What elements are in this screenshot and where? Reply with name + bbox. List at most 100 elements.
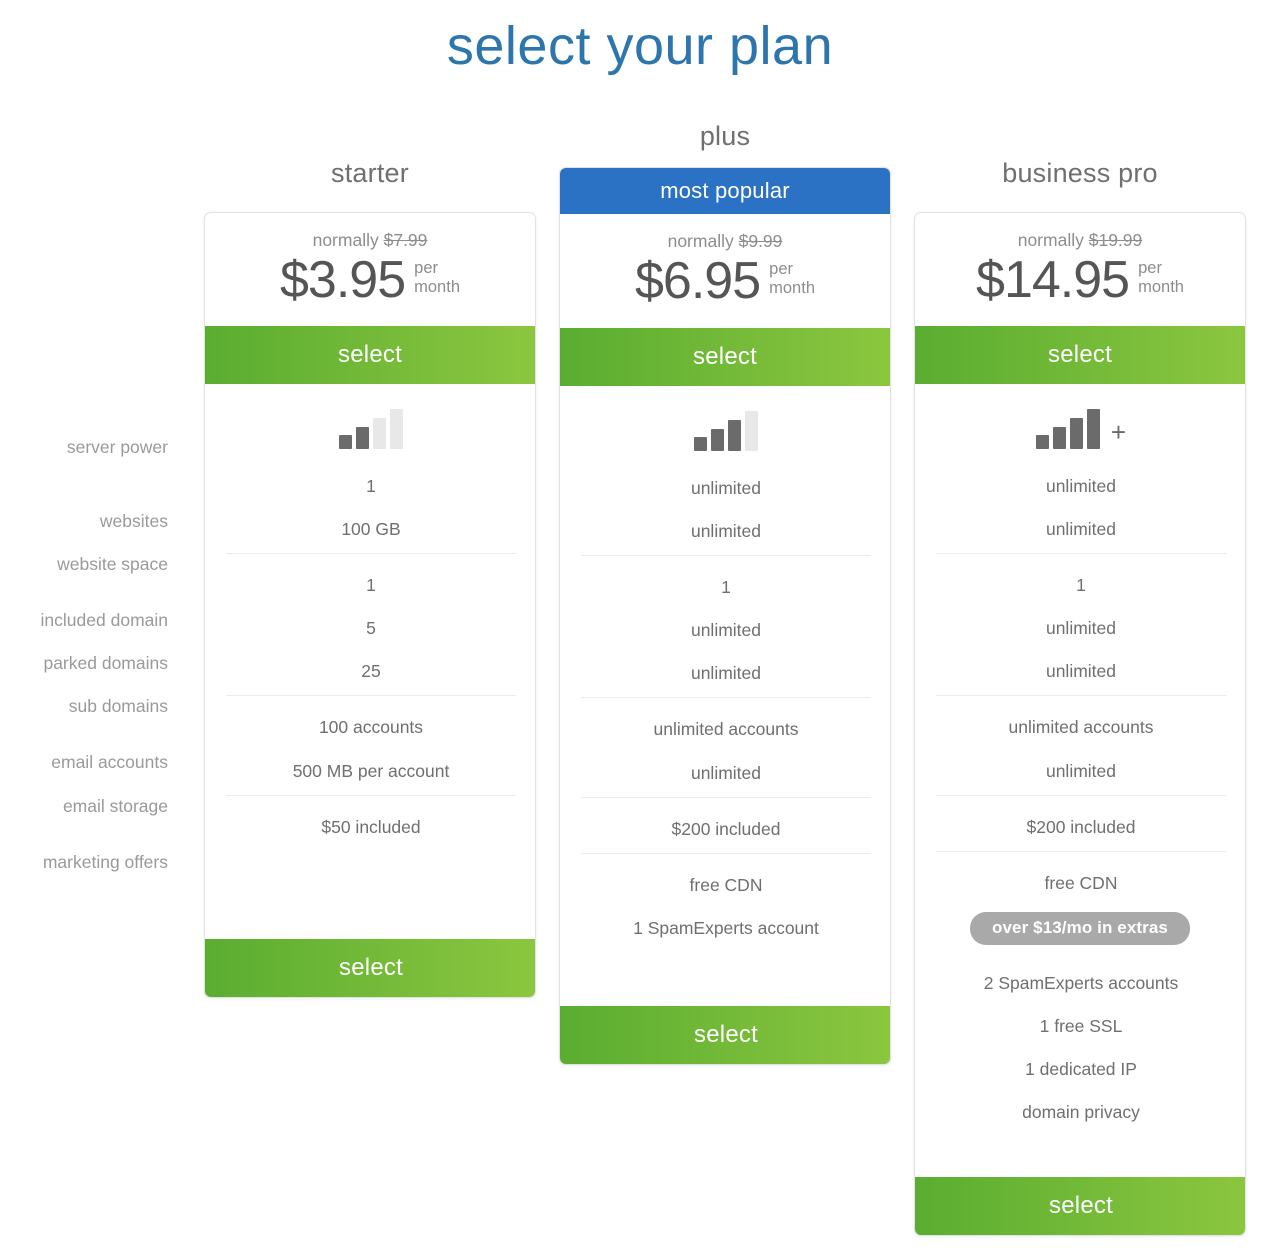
- normally-price-starter: normally $7.99: [205, 213, 535, 250]
- price-block-business-pro: normally $19.99 $14.95 per month: [915, 213, 1245, 326]
- extra-item-plus-2: 1 SpamExperts account: [633, 918, 819, 938]
- value-websites-plus: unlimited: [690, 478, 762, 498]
- plan-card-plus: most popular normally $9.99 $6.95 per mo…: [559, 167, 891, 1065]
- value-sub-domains-starter: 25: [361, 661, 381, 681]
- value-email-accounts-starter: 100 accounts: [318, 717, 424, 737]
- normally-struck-price: $19.99: [1088, 230, 1143, 250]
- plan-name-starter: starter: [331, 158, 409, 188]
- divider: [226, 795, 516, 796]
- plan-card-business-pro: normally $19.99 $14.95 per month select …: [914, 212, 1246, 1236]
- most-popular-badge: most popular: [560, 168, 890, 214]
- normally-price-plus: normally $9.99: [560, 214, 890, 251]
- extra-item-business-pro-4: 1 free SSL: [1039, 1016, 1123, 1036]
- select-button-starter-bottom[interactable]: select: [205, 939, 535, 997]
- extra-item-business-pro-6: domain privacy: [1022, 1102, 1140, 1122]
- price-amount-starter: $3.95: [280, 250, 406, 309]
- extra-item-business-pro-3: 2 SpamExperts accounts: [983, 973, 1179, 993]
- value-email-storage-business-pro: unlimited: [1045, 761, 1117, 781]
- normally-prefix: normally: [667, 231, 734, 251]
- signal-bars-icon: +: [915, 407, 1245, 449]
- signal-bar-3: [1069, 418, 1083, 449]
- feature-label-server-power: server power: [66, 437, 168, 457]
- signal-bar-4: [745, 411, 758, 451]
- select-button-plus-bottom[interactable]: select: [560, 1006, 890, 1064]
- extra-item-business-pro-1: free CDN: [1044, 873, 1118, 893]
- divider: [581, 555, 871, 556]
- divider: [936, 695, 1226, 696]
- price-amount-business-pro: $14.95: [976, 250, 1130, 309]
- extras-value-badge: over $13/mo in extras: [970, 912, 1190, 945]
- normally-prefix: normally: [312, 230, 379, 250]
- price-period-starter: per month: [414, 258, 460, 296]
- value-email-accounts-plus: unlimited accounts: [653, 719, 799, 739]
- divider: [226, 695, 516, 696]
- feature-label-email-accounts: email accounts: [51, 752, 168, 772]
- price-block-plus: normally $9.99 $6.95 per month: [560, 214, 890, 328]
- feature-label-email-storage: email storage: [62, 796, 168, 816]
- divider: [581, 797, 871, 798]
- plan-name-business-pro: business pro: [1002, 158, 1158, 188]
- divider: [936, 851, 1226, 852]
- divider: [581, 853, 871, 854]
- signal-bar-1: [339, 435, 352, 449]
- feature-label-marketing-offers: marketing offers: [42, 852, 168, 872]
- value-parked-domains-business-pro: unlimited: [1045, 618, 1117, 638]
- select-button-starter-top[interactable]: select: [205, 326, 535, 384]
- feature-label-website-space: website space: [57, 554, 168, 574]
- value-sub-domains-business-pro: unlimited: [1045, 661, 1117, 681]
- signal-bar-3: [373, 418, 386, 449]
- value-websites-business-pro: unlimited: [1045, 476, 1117, 496]
- value-email-accounts-business-pro: unlimited accounts: [1008, 717, 1154, 737]
- signal-bar-2: [356, 427, 369, 449]
- signal-bar-1: [1035, 435, 1049, 449]
- feature-label-parked-domains: parked domains: [43, 653, 168, 673]
- page-title: select your plan: [446, 16, 834, 76]
- signal-bar-2: [711, 429, 724, 451]
- value-websites-starter: 1: [366, 476, 376, 496]
- value-included-domain-plus: 1: [721, 577, 731, 597]
- price-block-starter: normally $7.99 $3.95 per month: [205, 213, 535, 326]
- divider: [936, 795, 1226, 796]
- value-included-domain-starter: 1: [366, 575, 376, 595]
- signal-bars-icon: [560, 409, 890, 451]
- value-sub-domains-plus: unlimited: [690, 663, 762, 683]
- feature-label-sub-domains: sub domains: [68, 696, 168, 716]
- normally-struck-price: $7.99: [383, 230, 428, 250]
- signal-bar-4: [1086, 409, 1100, 449]
- signal-bar-2: [1052, 427, 1066, 449]
- price-period-plus: per month: [769, 259, 815, 297]
- select-button-plus-top[interactable]: select: [560, 328, 890, 386]
- divider: [226, 553, 516, 554]
- value-website-space-plus: unlimited: [690, 521, 762, 541]
- value-email-storage-starter: 500 MB per account: [292, 761, 450, 781]
- normally-struck-price: $9.99: [738, 231, 783, 251]
- value-marketing-offers-business-pro: $200 included: [1026, 817, 1136, 837]
- value-parked-domains-starter: 5: [366, 618, 376, 638]
- plan-card-starter: normally $7.99 $3.95 per month select 1 …: [204, 212, 536, 998]
- plan-name-plus: plus: [699, 121, 751, 151]
- value-marketing-offers-plus: $200 included: [671, 819, 781, 839]
- feature-label-included-domain: included domain: [40, 610, 168, 630]
- signal-bar-4: [390, 409, 403, 449]
- signal-bar-3: [728, 420, 741, 451]
- value-included-domain-business-pro: 1: [1076, 575, 1086, 595]
- signal-bar-1: [694, 437, 707, 451]
- extra-item-business-pro-5: 1 dedicated IP: [1025, 1059, 1137, 1079]
- plus-sign-icon: +: [1110, 417, 1127, 447]
- signal-bars-icon: [205, 407, 535, 449]
- value-website-space-starter: 100 GB: [341, 519, 401, 539]
- normally-price-business-pro: normally $19.99: [915, 213, 1245, 250]
- feature-label-websites: websites: [99, 511, 168, 531]
- divider: [936, 553, 1226, 554]
- select-button-business-pro-top[interactable]: select: [915, 326, 1245, 384]
- extra-item-plus-1: free CDN: [689, 875, 763, 895]
- price-period-business-pro: per month: [1138, 258, 1184, 296]
- value-parked-domains-plus: unlimited: [690, 620, 762, 640]
- value-marketing-offers-starter: $50 included: [321, 817, 421, 837]
- value-website-space-business-pro: unlimited: [1045, 519, 1117, 539]
- normally-prefix: normally: [1017, 230, 1084, 250]
- price-amount-plus: $6.95: [635, 251, 761, 310]
- divider: [581, 697, 871, 698]
- select-button-business-pro-bottom[interactable]: select: [915, 1177, 1245, 1235]
- value-email-storage-plus: unlimited: [690, 763, 762, 783]
